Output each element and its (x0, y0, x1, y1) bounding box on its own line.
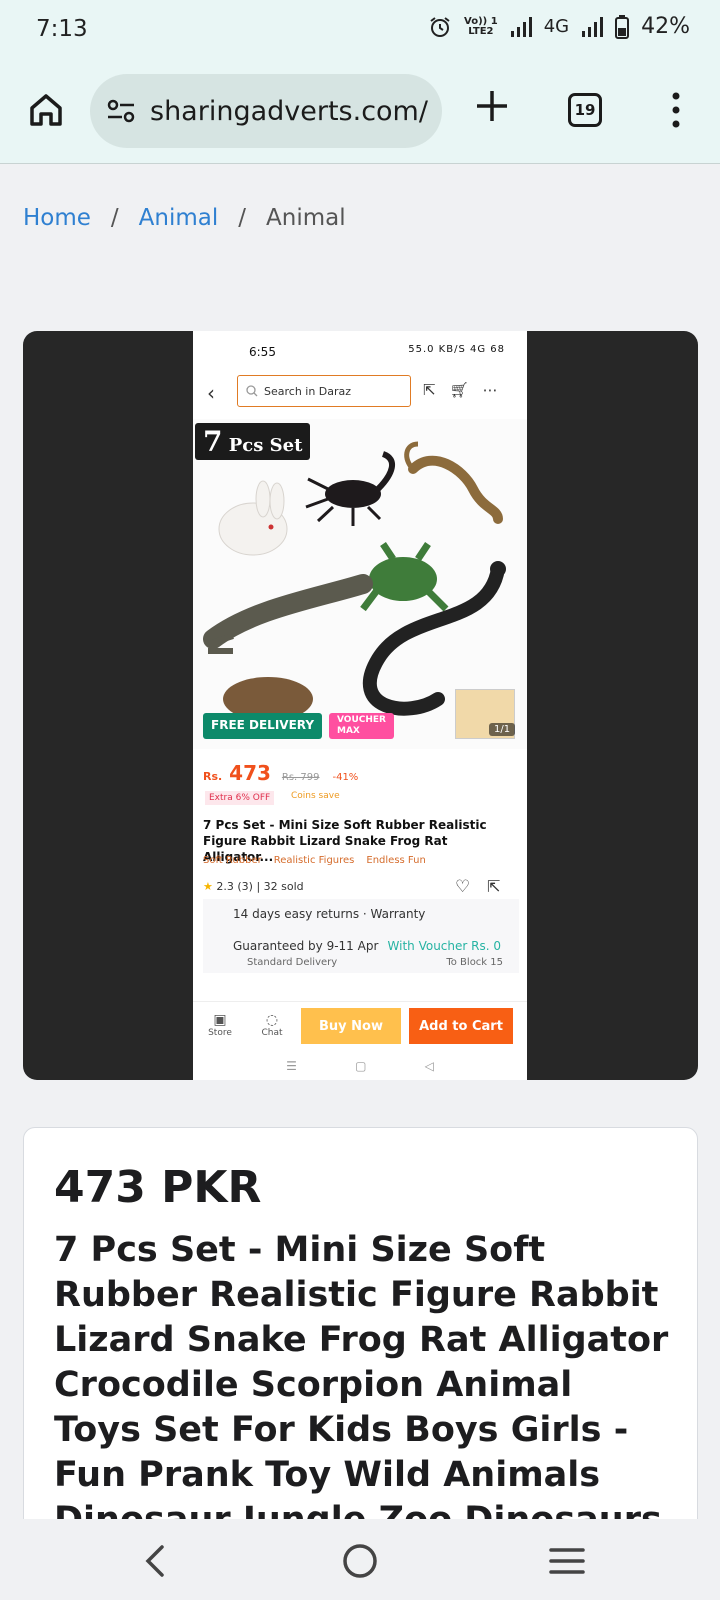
image-count: 1/1 (489, 723, 516, 736)
screenshot-store: ▣ Store (208, 1012, 232, 1038)
signal-icon-2 (582, 16, 604, 37)
product-price: 473 PKR (54, 1162, 262, 1213)
network-type: 4G (543, 16, 570, 37)
cart-icon: 🛒︎ (449, 381, 469, 399)
menu-icon: ☰ (286, 1059, 297, 1073)
screenshot-tags: Soft Rubber Realistic Figures Endless Fu… (203, 855, 426, 866)
product-media[interactable]: 6:55 55.0 KB/S 4G 68 ‹ Search in Daraz ⇱… (23, 331, 698, 1080)
url-text[interactable]: sharingadverts.com/ (150, 96, 428, 127)
screenshot-bottom-bar: ▣ Store ◌ Chat Buy Now Add to Cart (193, 1001, 527, 1051)
breadcrumb-separator: / (238, 205, 247, 231)
battery-icon (615, 14, 630, 39)
status-icons: Vo)) 1 LTE2 4G 42% (428, 14, 690, 39)
home-circle-icon[interactable] (340, 1541, 380, 1581)
screenshot-time: 6:55 (249, 345, 276, 359)
status-time: 7:13 (36, 16, 88, 42)
screenshot-header-icons: ⇱ 🛒︎ ⋯ (423, 381, 498, 399)
breadcrumb-separator: / (110, 205, 119, 231)
product-screenshot: 6:55 55.0 KB/S 4G 68 ‹ Search in Daraz ⇱… (193, 331, 527, 1080)
screenshot-chat: ◌ Chat (261, 1012, 283, 1038)
screenshot-search-row: ‹ Search in Daraz ⇱ 🛒︎ ⋯ (193, 373, 527, 409)
screenshot-status-right: 55.0 KB/S 4G 68 (408, 344, 505, 355)
screenshot-nav-bar: ☰ ▢ ◁ (193, 1053, 527, 1079)
volte-indicator: Vo)) 1 LTE2 (464, 15, 498, 37)
tab-switcher-button[interactable]: 19 (568, 93, 602, 127)
search-icon (246, 385, 258, 397)
recent-apps-icon[interactable] (548, 1546, 586, 1576)
screenshot-price: Rs. 473 Rs. 799 -41% (203, 761, 359, 785)
share-icon: ⇱ (423, 381, 436, 399)
back-arrow-icon: ‹ (207, 381, 215, 405)
breadcrumb: Home / Animal / Animal (23, 205, 346, 231)
coins-tag: Coins save (291, 791, 340, 801)
more-icon: ⋯ (482, 381, 498, 399)
system-nav-bar (0, 1519, 720, 1600)
alarm-icon (430, 16, 450, 37)
site-settings-icon[interactable] (106, 98, 136, 124)
screenshot-rating: ★ 2.3 (3) | 32 sold (203, 880, 304, 893)
screenshot-add-to-cart: Add to Cart (409, 1008, 513, 1044)
pcs-set-badge: 7 Pcs Set (195, 423, 311, 460)
returns-row: 14 days easy returns · Warranty (203, 899, 519, 931)
share-icon: ⇱ (487, 877, 501, 896)
guaranteed-row: Guaranteed by 9-11 Apr With Voucher Rs. … (203, 931, 519, 973)
more-menu-icon[interactable] (664, 90, 688, 130)
square-icon: ▢ (355, 1059, 367, 1073)
heart-icon: ♡ (455, 877, 471, 897)
triangle-back-icon: ◁ (424, 1059, 434, 1073)
product-details-card: 473 PKR 7 Pcs Set - Mini Size Soft Rubbe… (23, 1127, 698, 1547)
status-bar: 7:13 Vo)) 1 LTE2 4G 42% (0, 0, 720, 62)
browser-toolbar: sharingadverts.com/ 19 (0, 62, 720, 164)
breadcrumb-home[interactable]: Home (23, 205, 91, 231)
screenshot-status-bar: 6:55 55.0 KB/S 4G 68 (193, 331, 527, 371)
screenshot-buy-now: Buy Now (301, 1008, 401, 1044)
free-delivery-badge: FREE DELIVERY (203, 713, 323, 739)
screenshot-search-box: Search in Daraz (237, 375, 411, 407)
signal-icon (510, 16, 532, 37)
extra-off-tag: Extra 6% OFF (205, 791, 275, 805)
new-tab-icon[interactable] (474, 88, 510, 124)
home-icon[interactable] (26, 90, 66, 130)
breadcrumb-current: Animal (266, 205, 346, 231)
breadcrumb-category[interactable]: Animal (139, 205, 219, 231)
star-icon: ★ (203, 880, 213, 893)
battery-percent: 42% (641, 14, 690, 39)
voucher-max-badge: VOUCHER MAX (329, 713, 394, 739)
back-icon[interactable] (140, 1541, 170, 1581)
screenshot-search-placeholder: Search in Daraz (264, 384, 352, 398)
address-bar[interactable]: sharingadverts.com/ (90, 74, 442, 148)
product-title: 7 Pcs Set - Mini Size Soft Rubber Realis… (54, 1230, 669, 1540)
